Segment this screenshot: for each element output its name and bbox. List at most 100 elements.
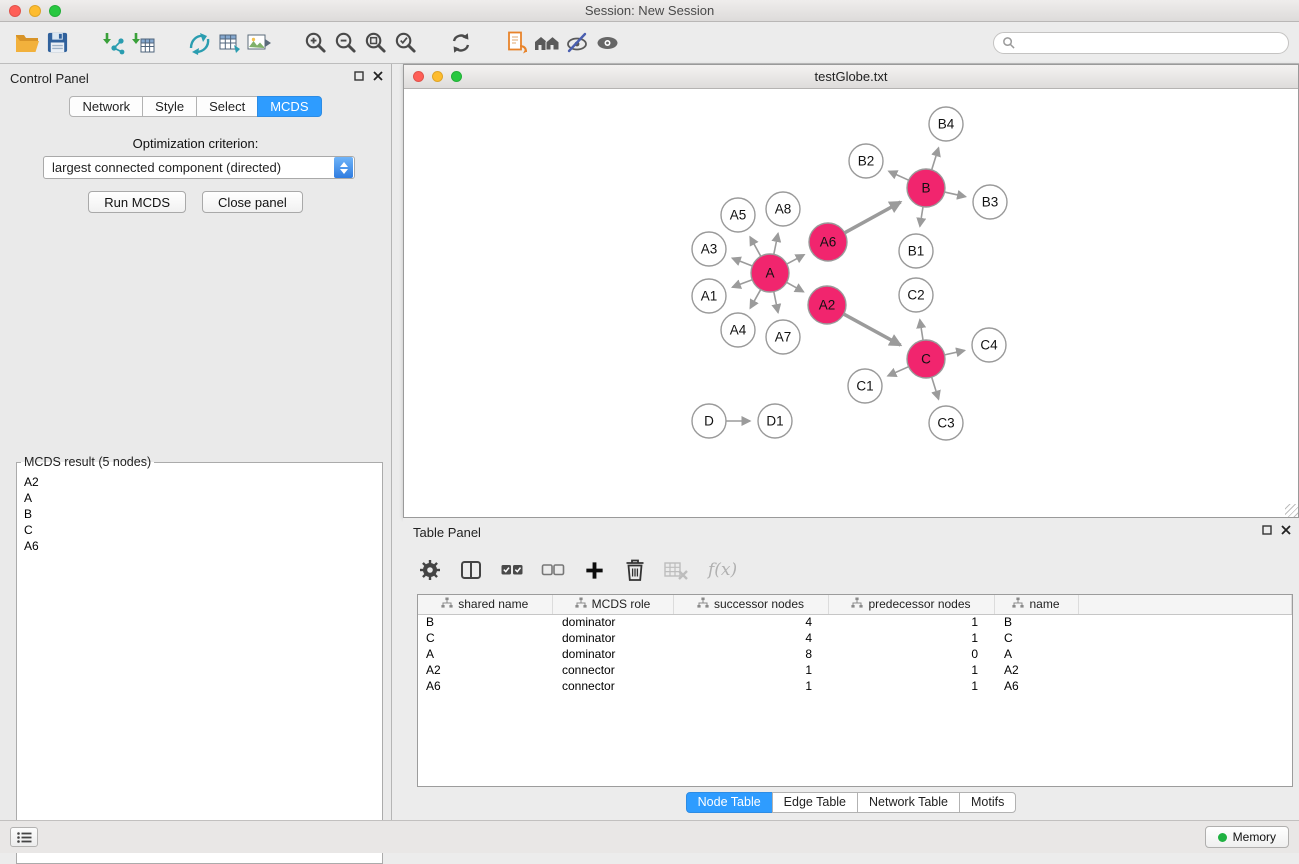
graph-node-C3[interactable] xyxy=(929,406,963,440)
graph-node-C1[interactable] xyxy=(848,369,882,403)
column-header-name[interactable]: name xyxy=(994,595,1078,614)
select-all-rows-button[interactable] xyxy=(499,557,525,583)
network-minimize-button[interactable] xyxy=(432,71,443,82)
table-cell[interactable]: 4 xyxy=(673,630,828,646)
zoom-window-button[interactable] xyxy=(49,5,61,17)
show-panels-button[interactable] xyxy=(10,827,38,847)
mcds-result-item[interactable]: B xyxy=(24,506,379,522)
table-settings-button[interactable] xyxy=(417,557,443,583)
table-cell[interactable]: 4 xyxy=(673,614,828,630)
column-header-predecessor-nodes[interactable]: predecessor nodes xyxy=(828,595,994,614)
graph-node-A1[interactable] xyxy=(692,279,726,313)
mcds-result-item[interactable]: A2 xyxy=(24,474,379,490)
table-tab-node-table[interactable]: Node Table xyxy=(686,792,773,813)
close-panel-icon[interactable] xyxy=(373,71,383,81)
memory-button[interactable]: Memory xyxy=(1205,826,1289,848)
table-tab-edge-table[interactable]: Edge Table xyxy=(772,792,858,813)
graph-node-A3[interactable] xyxy=(692,232,726,266)
table-cell[interactable]: C xyxy=(418,630,552,646)
table-cell[interactable]: 1 xyxy=(828,678,994,694)
table-cell[interactable]: A2 xyxy=(418,662,552,678)
close-panel-button[interactable]: Close panel xyxy=(202,191,303,213)
save-session-button[interactable] xyxy=(42,28,72,58)
graph-edge-C-C3[interactable] xyxy=(932,377,939,399)
control-panel-tab-mcds[interactable]: MCDS xyxy=(257,96,321,117)
close-window-button[interactable] xyxy=(9,5,21,17)
graph-node-B3[interactable] xyxy=(973,185,1007,219)
table-cell[interactable]: A2 xyxy=(994,662,1078,678)
table-row[interactable]: A6connector11A6 xyxy=(418,678,1292,694)
graph-edge-B-B2[interactable] xyxy=(889,171,909,180)
graph-edge-C-C1[interactable] xyxy=(888,367,909,376)
graph-edge-A6-B[interactable] xyxy=(845,202,901,233)
table-cell[interactable]: 8 xyxy=(673,646,828,662)
zoom-selected-button[interactable] xyxy=(390,28,420,58)
new-table-button[interactable] xyxy=(214,28,244,58)
graph-edge-A-A3[interactable] xyxy=(732,258,752,266)
mcds-result-item[interactable]: A xyxy=(24,490,379,506)
first-neighbors-button[interactable] xyxy=(532,28,562,58)
export-image-button[interactable] xyxy=(244,28,274,58)
table-cell[interactable]: 1 xyxy=(828,630,994,646)
zoom-fit-button[interactable] xyxy=(360,28,390,58)
graph-edge-A2-C[interactable] xyxy=(844,314,901,345)
new-network-button[interactable] xyxy=(184,28,214,58)
graph-node-C4[interactable] xyxy=(972,328,1006,362)
mcds-result-item[interactable]: C xyxy=(24,522,379,538)
graph-node-A7[interactable] xyxy=(766,320,800,354)
resize-grip[interactable] xyxy=(1285,504,1298,517)
search-box[interactable] xyxy=(993,32,1289,54)
open-session-button[interactable] xyxy=(12,28,42,58)
search-input[interactable] xyxy=(1020,35,1280,50)
float-panel-icon[interactable] xyxy=(1262,525,1272,535)
network-canvas[interactable]: B4B2BB3A5A8A6B1A3AC2A1A2A4A7C4CC1DD1C3 xyxy=(404,89,1298,517)
network-graph[interactable]: B4B2BB3A5A8A6B1A3AC2A1A2A4A7C4CC1DD1C3 xyxy=(404,89,1298,517)
graph-edge-A-A2[interactable] xyxy=(787,282,804,291)
column-header-mcds-role[interactable]: MCDS role xyxy=(552,595,673,614)
function-builder-button[interactable]: f(x) xyxy=(708,560,737,580)
network-window-titlebar[interactable]: testGlobe.txt xyxy=(404,65,1298,89)
graph-node-C2[interactable] xyxy=(899,278,933,312)
table-row[interactable]: A2connector11A2 xyxy=(418,662,1292,678)
run-mcds-button[interactable]: Run MCDS xyxy=(88,191,186,213)
float-panel-icon[interactable] xyxy=(354,71,364,81)
table-cell[interactable]: A6 xyxy=(418,678,552,694)
table-cell[interactable]: 1 xyxy=(673,678,828,694)
table-cell[interactable]: dominator xyxy=(552,614,673,630)
control-panel-tab-select[interactable]: Select xyxy=(196,96,258,117)
graph-node-B1[interactable] xyxy=(899,234,933,268)
import-table-button[interactable] xyxy=(128,28,158,58)
table-cell[interactable]: B xyxy=(418,614,552,630)
graph-edge-B-B4[interactable] xyxy=(932,148,939,170)
import-network-button[interactable] xyxy=(98,28,128,58)
graph-node-A[interactable] xyxy=(751,254,789,292)
graph-node-A5[interactable] xyxy=(721,198,755,232)
graph-node-A8[interactable] xyxy=(766,192,800,226)
close-panel-icon[interactable] xyxy=(1281,525,1291,535)
table-cell[interactable]: connector xyxy=(552,678,673,694)
criterion-dropdown[interactable]: largest connected component (directed) xyxy=(43,156,355,179)
graph-node-A4[interactable] xyxy=(721,313,755,347)
zoom-out-button[interactable] xyxy=(330,28,360,58)
table-row[interactable]: Bdominator41B xyxy=(418,614,1292,630)
table-cell[interactable]: 1 xyxy=(828,662,994,678)
delete-column-button[interactable] xyxy=(622,557,648,583)
graph-edge-C-C2[interactable] xyxy=(920,320,923,341)
table-cell[interactable]: C xyxy=(994,630,1078,646)
paint-mapping-button[interactable] xyxy=(562,28,592,58)
graph-node-A2[interactable] xyxy=(808,286,846,324)
graph-node-A6[interactable] xyxy=(809,223,847,261)
control-panel-tab-style[interactable]: Style xyxy=(142,96,197,117)
graph-edge-A-A6[interactable] xyxy=(787,255,804,264)
table-row[interactable]: Adominator80A xyxy=(418,646,1292,662)
graph-edge-A-A4[interactable] xyxy=(750,290,760,309)
graph-edge-A-A5[interactable] xyxy=(750,237,761,256)
table-cell[interactable]: 1 xyxy=(828,614,994,630)
graph-node-B2[interactable] xyxy=(849,144,883,178)
column-selector-button[interactable] xyxy=(458,557,484,583)
deselect-all-rows-button[interactable] xyxy=(540,557,566,583)
table-cell[interactable]: 1 xyxy=(673,662,828,678)
table-cell[interactable]: connector xyxy=(552,662,673,678)
graph-node-D[interactable] xyxy=(692,404,726,438)
table-tab-network-table[interactable]: Network Table xyxy=(857,792,960,813)
